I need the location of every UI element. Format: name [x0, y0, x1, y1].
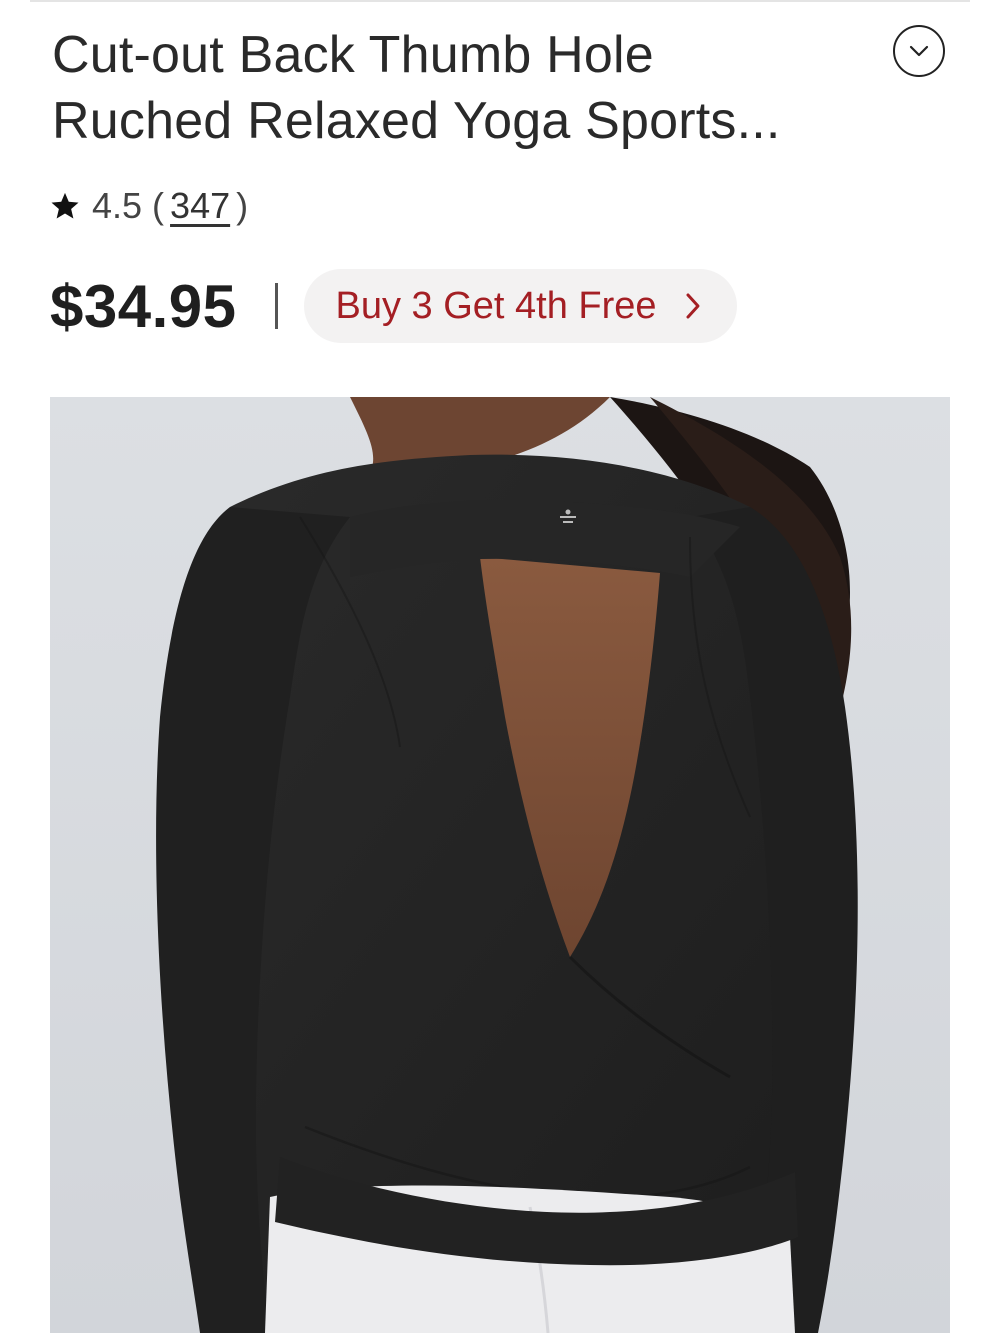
price-divider	[274, 283, 278, 329]
rating-open-paren: (	[152, 185, 165, 226]
price: $34.95	[50, 272, 237, 340]
top-divider	[30, 0, 970, 2]
rating-summary: 4.5 ( 347 )	[50, 184, 248, 228]
product-photo	[50, 397, 950, 1333]
promo-label: Buy 3 Get 4th Free	[335, 284, 657, 327]
promo-button[interactable]: Buy 3 Get 4th Free	[303, 269, 737, 343]
review-count-link[interactable]: 347	[170, 185, 230, 227]
chevron-down-icon	[909, 45, 929, 57]
product-title: Cut-out Back Thumb Hole Ruched Relaxed Y…	[52, 22, 872, 154]
rating-close-paren: )	[236, 185, 249, 226]
rating-score: 4.5	[92, 185, 143, 226]
product-image[interactable]	[50, 397, 950, 1333]
star-icon	[51, 192, 79, 219]
product-title-line-1: Cut-out Back Thumb Hole	[52, 26, 654, 84]
chevron-right-icon	[686, 293, 700, 319]
collapse-title-button[interactable]	[893, 25, 945, 77]
product-title-line-2: Ruched Relaxed Yoga Sports...	[52, 92, 781, 150]
price-row: $34.95 Buy 3 Get 4th Free	[50, 268, 737, 344]
